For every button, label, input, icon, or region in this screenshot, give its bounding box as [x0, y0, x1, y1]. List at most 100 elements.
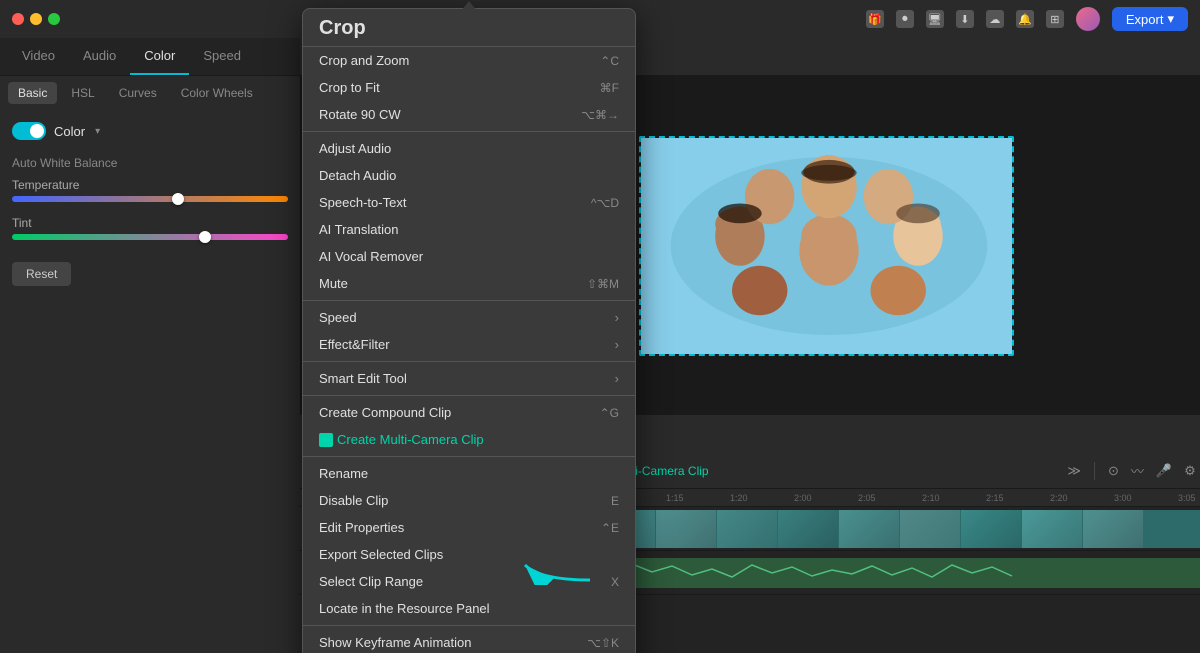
menu-create-compound-label: Create Compound Clip: [319, 405, 451, 420]
ruler-mark-12: 3:05: [1178, 493, 1200, 503]
mic-icon[interactable]: 🎤: [1153, 463, 1175, 479]
menu-mute-label: Mute: [319, 276, 348, 291]
menu-ai-vocal[interactable]: AI Vocal Remover: [303, 243, 635, 270]
menu-multicam-label: Create Multi-Camera Clip: [337, 432, 484, 447]
thumb-10: [961, 510, 1021, 548]
divider-3: [1094, 462, 1095, 480]
subtab-hsl[interactable]: HSL: [61, 82, 104, 104]
menu-ai-translation-label: AI Translation: [319, 222, 399, 237]
tint-label: Tint: [12, 216, 288, 230]
color-toggle-row: Color ▾: [12, 122, 288, 140]
menu-rotate[interactable]: Rotate 90 CW ⌥⌘→: [303, 101, 635, 128]
tab-video[interactable]: Video: [8, 38, 69, 75]
preview-image: [641, 136, 1012, 356]
sep-1: [303, 131, 635, 132]
subtab-colorwheels[interactable]: Color Wheels: [171, 82, 263, 104]
menu-create-compound[interactable]: Create Compound Clip ⌃G: [303, 399, 635, 426]
sep-3: [303, 361, 635, 362]
cloud-icon[interactable]: ☁: [986, 10, 1004, 28]
arrow-indicator: [520, 545, 600, 588]
sep-2: [303, 300, 635, 301]
sep-5: [303, 456, 635, 457]
monitor-icon[interactable]: 🖥: [926, 10, 944, 28]
tint-track[interactable]: [12, 234, 288, 240]
sub-tab-bar: Basic HSL Curves Color Wheels: [0, 76, 300, 110]
subtab-basic[interactable]: Basic: [8, 82, 57, 104]
ruler-mark-6: 2:00: [794, 493, 858, 503]
tint-slider-row: Tint: [12, 216, 288, 240]
reset-button[interactable]: Reset: [12, 262, 71, 286]
menu-smart-edit-label: Smart Edit Tool: [319, 371, 407, 386]
menu-mute[interactable]: Mute ⇧⌘M: [303, 270, 635, 297]
menu-rotate-label: Rotate 90 CW: [319, 107, 401, 122]
tab-speed[interactable]: Speed: [189, 38, 255, 75]
menu-create-multicam[interactable]: Create Multi-Camera Clip: [303, 426, 635, 453]
menu-edit-props[interactable]: Edit Properties ⌃E: [303, 514, 635, 541]
tint-thumb[interactable]: [199, 231, 211, 243]
tab-audio[interactable]: Audio: [69, 38, 130, 75]
chevron-down-icon: ▾: [1167, 11, 1174, 27]
left-panel: Video Audio Color Speed Basic HSL Curves…: [0, 38, 300, 653]
menu-adjust-audio-label: Adjust Audio: [319, 141, 391, 156]
download-icon[interactable]: ⬇: [956, 10, 974, 28]
menu-crop-fit[interactable]: Crop to Fit ⌘F: [303, 74, 635, 101]
gift-icon[interactable]: 🎁: [866, 10, 884, 28]
thumb-6: [717, 510, 777, 548]
temperature-track[interactable]: [12, 196, 288, 202]
thumb-11: [1022, 510, 1082, 548]
ruler-mark-7: 2:05: [858, 493, 922, 503]
more-tools-icon[interactable]: ≫: [1064, 463, 1084, 479]
menu-adjust-audio[interactable]: Adjust Audio: [303, 135, 635, 162]
menu-smart-edit[interactable]: Smart Edit Tool ›: [303, 365, 635, 392]
color-toggle[interactable]: [12, 122, 46, 140]
menu-effect-filter[interactable]: Effect&Filter ›: [303, 331, 635, 358]
menu-crop-zoom[interactable]: Crop and Zoom ⌃C: [303, 47, 635, 74]
tab-color[interactable]: Color: [130, 38, 189, 75]
menu-speech-to-text[interactable]: Speech-to-Text ^⌥D: [303, 189, 635, 216]
menu-speech-to-text-label: Speech-to-Text: [319, 195, 406, 210]
menu-crop-zoom-label: Crop and Zoom: [319, 53, 409, 68]
arrow-svg: [520, 545, 600, 585]
video-frame: [641, 138, 1012, 354]
menu-detach-audio-label: Detach Audio: [319, 168, 396, 183]
tools-icon[interactable]: ⚙: [1181, 463, 1199, 479]
menu-smart-edit-arrow: ›: [615, 371, 619, 386]
menu-ai-vocal-label: AI Vocal Remover: [319, 249, 423, 264]
mc-badge: [319, 433, 333, 447]
waveform-icon[interactable]: 〰: [1128, 461, 1147, 480]
traffic-lights: [12, 13, 60, 25]
ruler-mark-5: 1:20: [730, 493, 794, 503]
ruler-mark-9: 2:15: [986, 493, 1050, 503]
menu-speed[interactable]: Speed ›: [303, 304, 635, 331]
menu-export-clips-label: Export Selected Clips: [319, 547, 443, 562]
grid-icon[interactable]: ⊞: [1046, 10, 1064, 28]
menu-locate-resource[interactable]: Locate in the Resource Panel: [303, 595, 635, 622]
menu-ai-translation[interactable]: AI Translation: [303, 216, 635, 243]
minimize-button[interactable]: [30, 13, 42, 25]
menu-detach-audio[interactable]: Detach Audio: [303, 162, 635, 189]
snap-icon[interactable]: ⊙: [1105, 463, 1122, 479]
bell-icon[interactable]: 🔔: [1016, 10, 1034, 28]
thumb-9: [900, 510, 960, 548]
temperature-slider-row: Temperature: [12, 178, 288, 202]
subtab-curves[interactable]: Curves: [109, 82, 167, 104]
menu-show-keyframe[interactable]: Show Keyframe Animation ⌥⇧K: [303, 629, 635, 653]
panel-content: Color ▾ Auto White Balance Temperature T…: [0, 110, 300, 653]
menu-effect-filter-label: Effect&Filter: [319, 337, 390, 352]
menu-title: Crop: [319, 17, 366, 40]
menu-rename[interactable]: Rename: [303, 460, 635, 487]
temperature-label: Temperature: [12, 178, 288, 192]
export-button[interactable]: Export ▾: [1112, 7, 1188, 31]
menu-disable-clip[interactable]: Disable Clip E: [303, 487, 635, 514]
sep-4: [303, 395, 635, 396]
temperature-thumb[interactable]: [172, 193, 184, 205]
color-label: Color: [54, 124, 85, 139]
record-icon[interactable]: ⏺: [896, 10, 914, 28]
avatar[interactable]: [1076, 7, 1100, 31]
close-button[interactable]: [12, 13, 24, 25]
main-tab-bar: Video Audio Color Speed: [0, 38, 300, 76]
color-dropdown-arrow: ▾: [95, 126, 100, 137]
fullscreen-button[interactable]: [48, 13, 60, 25]
menu-disable-shortcut: E: [611, 494, 619, 508]
ruler-mark-8: 2:10: [922, 493, 986, 503]
